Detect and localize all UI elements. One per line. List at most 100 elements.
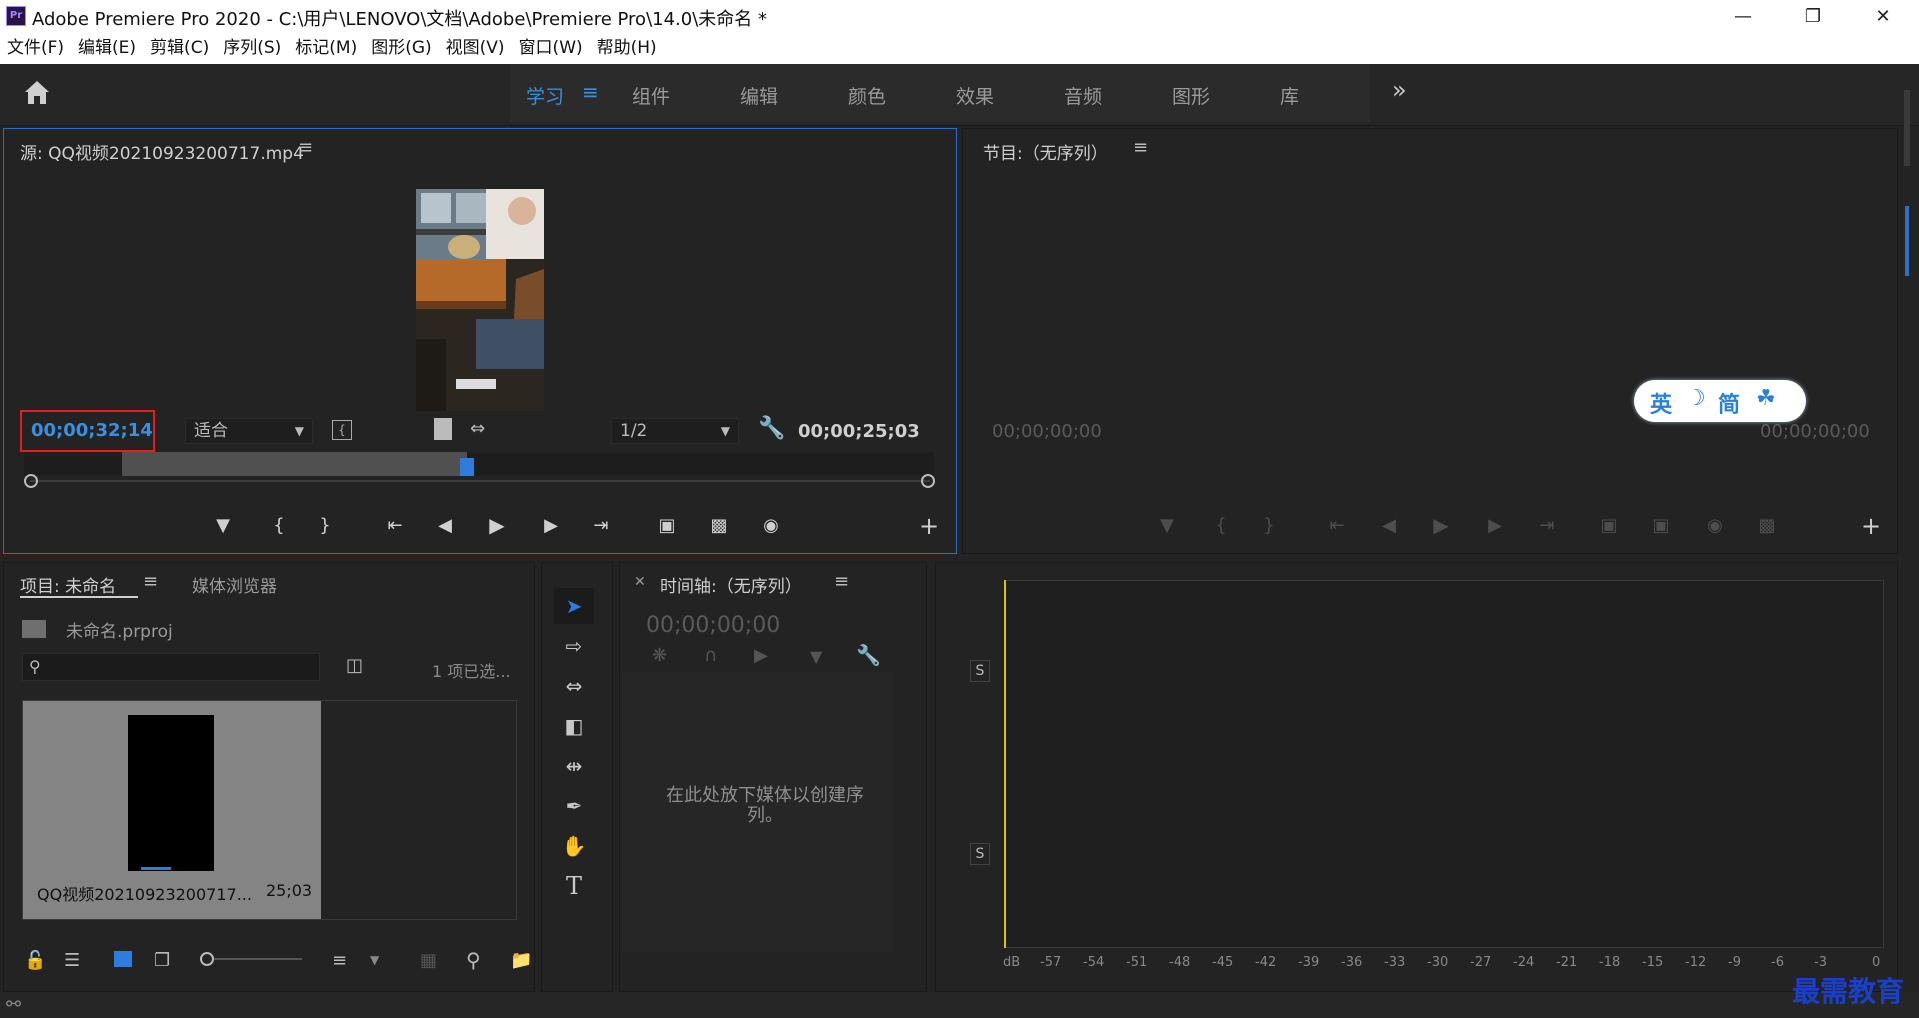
export-frame-icon[interactable]: ◉ (756, 515, 786, 536)
timeline-title[interactable]: 时间轴:（无序列） (660, 572, 802, 597)
menu-window[interactable]: 窗口(W) (519, 34, 583, 64)
icon-view-icon[interactable] (114, 951, 132, 967)
minimize-button[interactable]: — (1720, 2, 1766, 32)
lock-icon[interactable]: 🔓 (24, 950, 46, 971)
timeline-timecode[interactable]: 00;00;00;00 (646, 613, 780, 638)
solo-button-2[interactable]: S (970, 843, 990, 865)
pen-tool-icon[interactable]: ✒ (554, 788, 594, 824)
more-workspaces-icon[interactable]: » (1392, 76, 1407, 104)
play-icon[interactable]: ▶ (1426, 513, 1456, 537)
solo-button-1[interactable]: S (970, 660, 990, 682)
panel-menu-icon[interactable]: ≡ (834, 571, 849, 592)
scroll-handle-right[interactable] (921, 474, 935, 488)
new-search-bin-icon[interactable]: ◫ (346, 655, 370, 677)
step-forward-icon[interactable]: ▶ (1480, 515, 1510, 536)
creative-cloud-icon[interactable]: ⚯ (6, 994, 21, 1015)
tab-color[interactable]: 颜色 (848, 82, 886, 109)
add-marker-icon[interactable]: ▼ (810, 647, 822, 666)
tab-assembly[interactable]: 组件 (632, 82, 670, 109)
go-to-in-icon[interactable]: ⇤ (380, 515, 410, 536)
film-icon[interactable] (434, 418, 452, 440)
zoom-scrollbar[interactable] (30, 480, 930, 482)
automate-icon[interactable]: ▦ (420, 950, 437, 971)
comparison-view-icon[interactable]: ▩ (1752, 515, 1782, 536)
safe-margins-icon[interactable]: { (332, 420, 352, 440)
panel-menu-icon[interactable]: ≡ (143, 571, 158, 592)
ime-mode[interactable]: 简 (1718, 387, 1740, 419)
insert-icon[interactable]: ▣ (652, 515, 682, 536)
type-tool-icon[interactable]: T (554, 868, 594, 904)
snap-icon[interactable]: ∩ (704, 645, 717, 666)
export-frame-icon[interactable]: ◉ (1700, 515, 1730, 536)
clip-thumbnail[interactable]: QQ视频20210923200717... 25;03 (23, 701, 321, 919)
step-forward-icon[interactable]: ▶ (536, 515, 566, 536)
home-icon[interactable] (22, 78, 54, 108)
moon-icon[interactable]: ☽ (1686, 386, 1706, 411)
ime-toolbar[interactable]: 英 ☽ 简 ☘ (1634, 380, 1806, 422)
overwrite-icon[interactable]: ▩ (704, 515, 734, 536)
ime-lang[interactable]: 英 (1650, 387, 1672, 419)
search-input[interactable]: ⚲ (22, 653, 320, 681)
tab-graphics[interactable]: 图形 (1172, 82, 1210, 109)
freeform-view-icon[interactable]: ❐ (154, 950, 170, 971)
track-select-tool-icon[interactable]: ⇨ (554, 628, 594, 664)
zoom-slider-handle[interactable] (200, 952, 214, 966)
go-to-out-icon[interactable]: ⇥ (586, 515, 616, 536)
scroll-handle-left[interactable] (24, 474, 38, 488)
resolution-select[interactable]: 1/2 ▼ (611, 418, 739, 444)
sort-icon[interactable]: ≡ (332, 950, 347, 971)
slip-tool-icon[interactable]: ⇹ (554, 748, 594, 784)
mark-in-icon[interactable]: { (264, 515, 294, 536)
menu-marker[interactable]: 标记(M) (295, 34, 357, 64)
add-button-icon[interactable]: + (1856, 512, 1886, 540)
playhead-timecode[interactable]: 00;00;32;14 (31, 420, 153, 441)
tab-effects[interactable]: 效果 (956, 82, 994, 109)
skin-icon[interactable]: ☘ (1756, 386, 1776, 411)
menu-edit[interactable]: 编辑(E) (78, 34, 136, 64)
wrench-icon[interactable]: 🔧 (856, 643, 881, 667)
step-back-icon[interactable]: ◀ (430, 515, 460, 536)
tab-editing[interactable]: 编辑 (740, 82, 778, 109)
mark-in-icon[interactable]: { (1206, 515, 1236, 536)
tab-media-browser[interactable]: 媒体浏览器 (192, 572, 277, 597)
lift-icon[interactable]: ▣ (1594, 515, 1624, 536)
playhead-marker[interactable] (460, 458, 474, 476)
zoom-select[interactable]: 适合 ▼ (185, 418, 313, 444)
add-marker-icon[interactable]: ▼ (1152, 515, 1182, 536)
go-to-in-icon[interactable]: ⇤ (1322, 515, 1352, 536)
mark-out-icon[interactable]: } (1254, 515, 1284, 536)
workspace-menu-icon[interactable]: ≡ (582, 80, 599, 104)
go-to-out-icon[interactable]: ⇥ (1532, 515, 1562, 536)
tab-libraries[interactable]: 库 (1280, 82, 1299, 109)
restore-button[interactable]: ❐ (1790, 2, 1836, 32)
tab-learning[interactable]: 学习 (526, 82, 564, 109)
add-marker-icon[interactable]: ▼ (208, 515, 238, 536)
panel-menu-icon[interactable]: ≡ (298, 137, 313, 158)
mark-out-icon[interactable]: } (310, 515, 340, 536)
source-monitor-title[interactable]: 源: QQ视频20210923200717.mp4 (20, 139, 304, 164)
tab-audio[interactable]: 音频 (1064, 82, 1102, 109)
program-monitor-title[interactable]: 节目:（无序列） (983, 139, 1108, 164)
extract-icon[interactable]: ▣ (1646, 515, 1676, 536)
razor-tool-icon[interactable]: ◧ (554, 708, 594, 744)
tab-project[interactable]: 项目: 未命名 (20, 572, 116, 597)
program-time-left[interactable]: 00;00;00;00 (992, 421, 1102, 442)
close-button[interactable]: ✕ (1860, 2, 1906, 32)
new-bin-icon[interactable]: 📁 (510, 950, 532, 971)
selection-tool-icon[interactable]: ➤ (554, 588, 594, 624)
menu-help[interactable]: 帮助(H) (597, 34, 657, 64)
close-tab-icon[interactable]: ✕ (634, 574, 646, 590)
zoom-slider[interactable] (214, 958, 302, 960)
chevron-down-icon[interactable]: ▼ (370, 953, 379, 967)
menu-view[interactable]: 视图(V) (446, 34, 505, 64)
linked-selection-icon[interactable]: ▶ (754, 645, 768, 666)
audio-waveform-icon[interactable]: ⇔ (470, 418, 485, 439)
find-icon[interactable]: ⚲ (466, 948, 481, 972)
menu-graphics[interactable]: 图形(G) (371, 34, 431, 64)
nest-icon[interactable]: ❋ (652, 645, 667, 666)
step-back-icon[interactable]: ◀ (1374, 515, 1404, 536)
panel-menu-icon[interactable]: ≡ (1133, 137, 1148, 158)
play-icon[interactable]: ▶ (482, 513, 512, 537)
add-button-icon[interactable]: + (914, 512, 944, 540)
hand-tool-icon[interactable]: ✋ (554, 828, 594, 864)
